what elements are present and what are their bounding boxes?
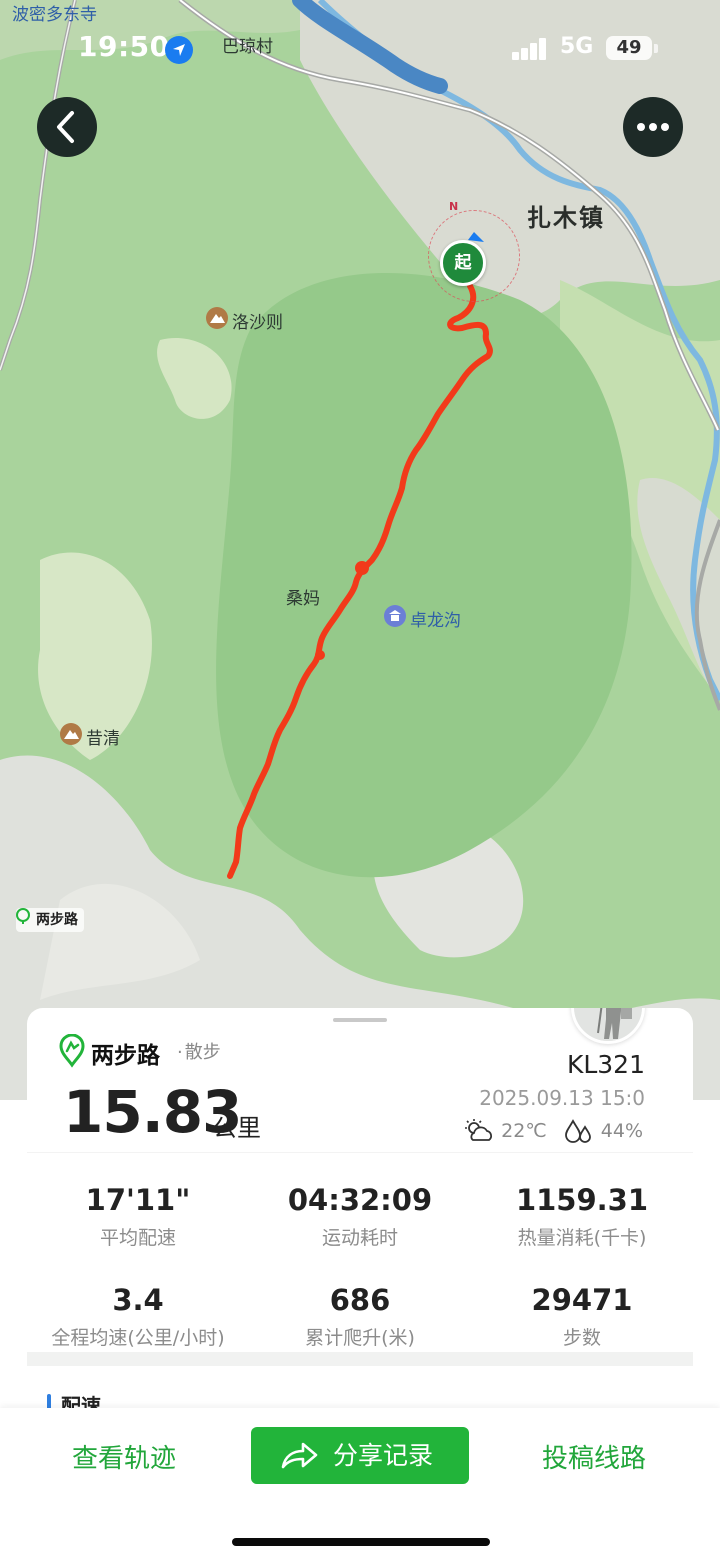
map-canvas	[0, 0, 720, 1100]
map-watermark: 两步路	[16, 908, 84, 932]
back-button[interactable]	[37, 97, 97, 157]
map-watermark-text: 两步路	[36, 912, 78, 928]
stat-label: 累计爬升(米)	[305, 1327, 415, 1349]
more-button[interactable]	[623, 97, 683, 157]
stat-label: 热量消耗(千卡)	[517, 1227, 647, 1249]
map-label-peak-1: 洛沙则	[232, 313, 283, 333]
stat-label: 平均配速	[99, 1227, 176, 1249]
map-label-town: 扎木镇	[527, 204, 605, 232]
battery-tip	[654, 44, 658, 53]
home-indicator	[232, 1538, 490, 1546]
more-icon	[637, 123, 669, 131]
drag-handle[interactable]	[333, 1018, 387, 1022]
brand-logo-icon	[16, 908, 30, 924]
stat-value: 3.4	[112, 1283, 164, 1317]
view-track-button[interactable]: 查看轨迹	[72, 1438, 176, 1475]
stat-label: 全程均速(公里/小时)	[51, 1327, 225, 1349]
stat-avg-pace: 17'11" 平均配速	[27, 1183, 249, 1250]
stat-ascent: 686 累计爬升(米)	[249, 1283, 471, 1350]
signal-icon	[512, 38, 548, 60]
map-view[interactable]: 波密多东寺 巴琼村 扎木镇 洛沙则 桑妈 卓龙沟 昔清 N 起 两步路	[0, 0, 720, 1100]
brand-logo-icon	[59, 1034, 85, 1068]
brand-name: 两步路	[91, 1043, 160, 1069]
stat-calories: 1159.31 热量消耗(千卡)	[471, 1183, 693, 1250]
share-record-button[interactable]: 分享记录	[251, 1427, 469, 1484]
username: KL321	[566, 1050, 645, 1079]
compass-north: N	[449, 200, 459, 213]
stat-duration: 04:32:09 运动耗时	[249, 1183, 471, 1250]
map-label-scenic: 卓龙沟	[410, 611, 461, 631]
stat-label: 运动耗时	[321, 1227, 398, 1249]
mountain-icon	[60, 723, 82, 745]
section-divider	[27, 1352, 693, 1366]
stat-value: 17'11"	[85, 1183, 191, 1217]
avatar[interactable]	[571, 1008, 645, 1044]
bottom-action-bar: 查看轨迹 分享记录 投稿线路	[0, 1408, 720, 1560]
status-bar: 19:50 5G 49	[0, 0, 720, 96]
humidity-icon	[564, 1119, 591, 1143]
scenic-icon	[384, 605, 406, 627]
stats-grid: 17'11" 平均配速 04:32:09 运动耗时 1159.31 热量消耗(千…	[27, 1152, 693, 1352]
submit-route-button[interactable]: 投稿线路	[542, 1438, 646, 1475]
temperature: 22℃	[501, 1120, 547, 1142]
stat-steps: 29471 步数	[471, 1283, 693, 1350]
network-type: 5G	[560, 34, 594, 59]
weather: 22℃ 44%	[461, 1118, 643, 1146]
start-marker[interactable]: 起	[440, 240, 486, 286]
stat-avg-speed: 3.4 全程均速(公里/小时)	[27, 1283, 249, 1350]
humidity: 44%	[600, 1120, 643, 1142]
stat-value: 04:32:09	[287, 1183, 433, 1217]
stat-value: 686	[329, 1283, 391, 1317]
stat-label: 步数	[562, 1327, 601, 1349]
share-record-label: 分享记录	[333, 1441, 434, 1470]
map-label-area: 桑妈	[286, 589, 320, 609]
activity-type: 散步	[177, 1038, 221, 1064]
location-arrow-icon	[165, 36, 193, 64]
partly-cloudy-icon	[465, 1119, 493, 1141]
chevron-left-icon	[57, 111, 74, 143]
distance-unit: 公里	[213, 1114, 261, 1142]
stat-value: 29471	[531, 1283, 633, 1317]
battery-icon: 49	[606, 36, 652, 60]
status-time: 19:50	[78, 30, 170, 63]
record-sheet[interactable]: 两步路 散步 15.83 公里 KL321 2025.09.13 15:0 22…	[27, 1008, 693, 1428]
stat-value: 1159.31	[515, 1183, 649, 1217]
mountain-icon	[206, 307, 228, 329]
record-date: 2025.09.13 15:0	[479, 1086, 645, 1110]
share-icon	[281, 1442, 318, 1469]
map-label-peak-2: 昔清	[86, 729, 120, 749]
